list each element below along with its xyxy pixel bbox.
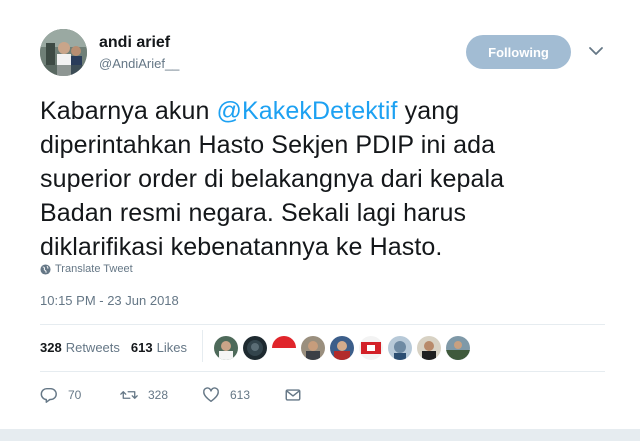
liker-avatar[interactable]: [388, 336, 412, 360]
liker-avatar[interactable]: [301, 336, 325, 360]
tweet-card: andi arief @AndiArief__ Following Kabarn…: [0, 0, 640, 441]
likes-count[interactable]: 613: [131, 340, 153, 355]
author-display-name[interactable]: andi arief: [99, 34, 170, 52]
tweet-text-start: Kabarnya akun: [40, 97, 217, 125]
following-button[interactable]: Following: [466, 35, 571, 69]
divider-bottom: [40, 371, 605, 372]
liker-avatar[interactable]: [214, 336, 238, 360]
liker-avatars: [214, 336, 470, 360]
translate-label: Translate Tweet: [55, 263, 133, 275]
like-count: 613: [230, 388, 251, 402]
globe-icon: [40, 263, 51, 275]
heart-icon: [203, 387, 219, 403]
liker-avatar[interactable]: [417, 336, 441, 360]
translate-tweet-link[interactable]: Translate Tweet: [40, 263, 133, 275]
likes-label[interactable]: Likes: [157, 340, 187, 355]
direct-message-button[interactable]: [284, 386, 302, 404]
author-avatar[interactable]: [40, 29, 87, 76]
liker-avatar[interactable]: [446, 336, 470, 360]
stats-separator: [202, 330, 203, 362]
liker-avatar[interactable]: [272, 336, 296, 360]
chevron-down-icon[interactable]: [586, 44, 606, 60]
retweet-count: 328: [148, 388, 169, 402]
like-button[interactable]: 613: [202, 386, 284, 404]
tweet-text: Kabarnya akun @KakekDetektif yang diperi…: [40, 94, 580, 264]
retweets-count[interactable]: 328: [40, 340, 62, 355]
reply-count: 70: [68, 388, 82, 402]
reply-button[interactable]: 70: [40, 386, 120, 404]
tweet-actions: 70 328 613: [40, 386, 302, 404]
envelope-icon: [285, 389, 301, 401]
reply-icon: [40, 387, 57, 403]
retweets-label[interactable]: Retweets: [66, 340, 120, 355]
author-handle[interactable]: @AndiArief__: [99, 56, 179, 71]
tweet-stats: 328 Retweets 613 Likes: [40, 340, 198, 355]
mention-link[interactable]: @KakekDetektif: [217, 97, 398, 125]
divider-top: [40, 324, 605, 325]
liker-avatar[interactable]: [359, 336, 383, 360]
tweet-timestamp[interactable]: 10:15 PM - 23 Jun 2018: [40, 293, 179, 308]
page-background-strip: [0, 429, 640, 441]
liker-avatar[interactable]: [330, 336, 354, 360]
liker-avatar[interactable]: [243, 336, 267, 360]
retweet-button[interactable]: 328: [120, 386, 202, 404]
retweet-icon: [120, 391, 138, 399]
